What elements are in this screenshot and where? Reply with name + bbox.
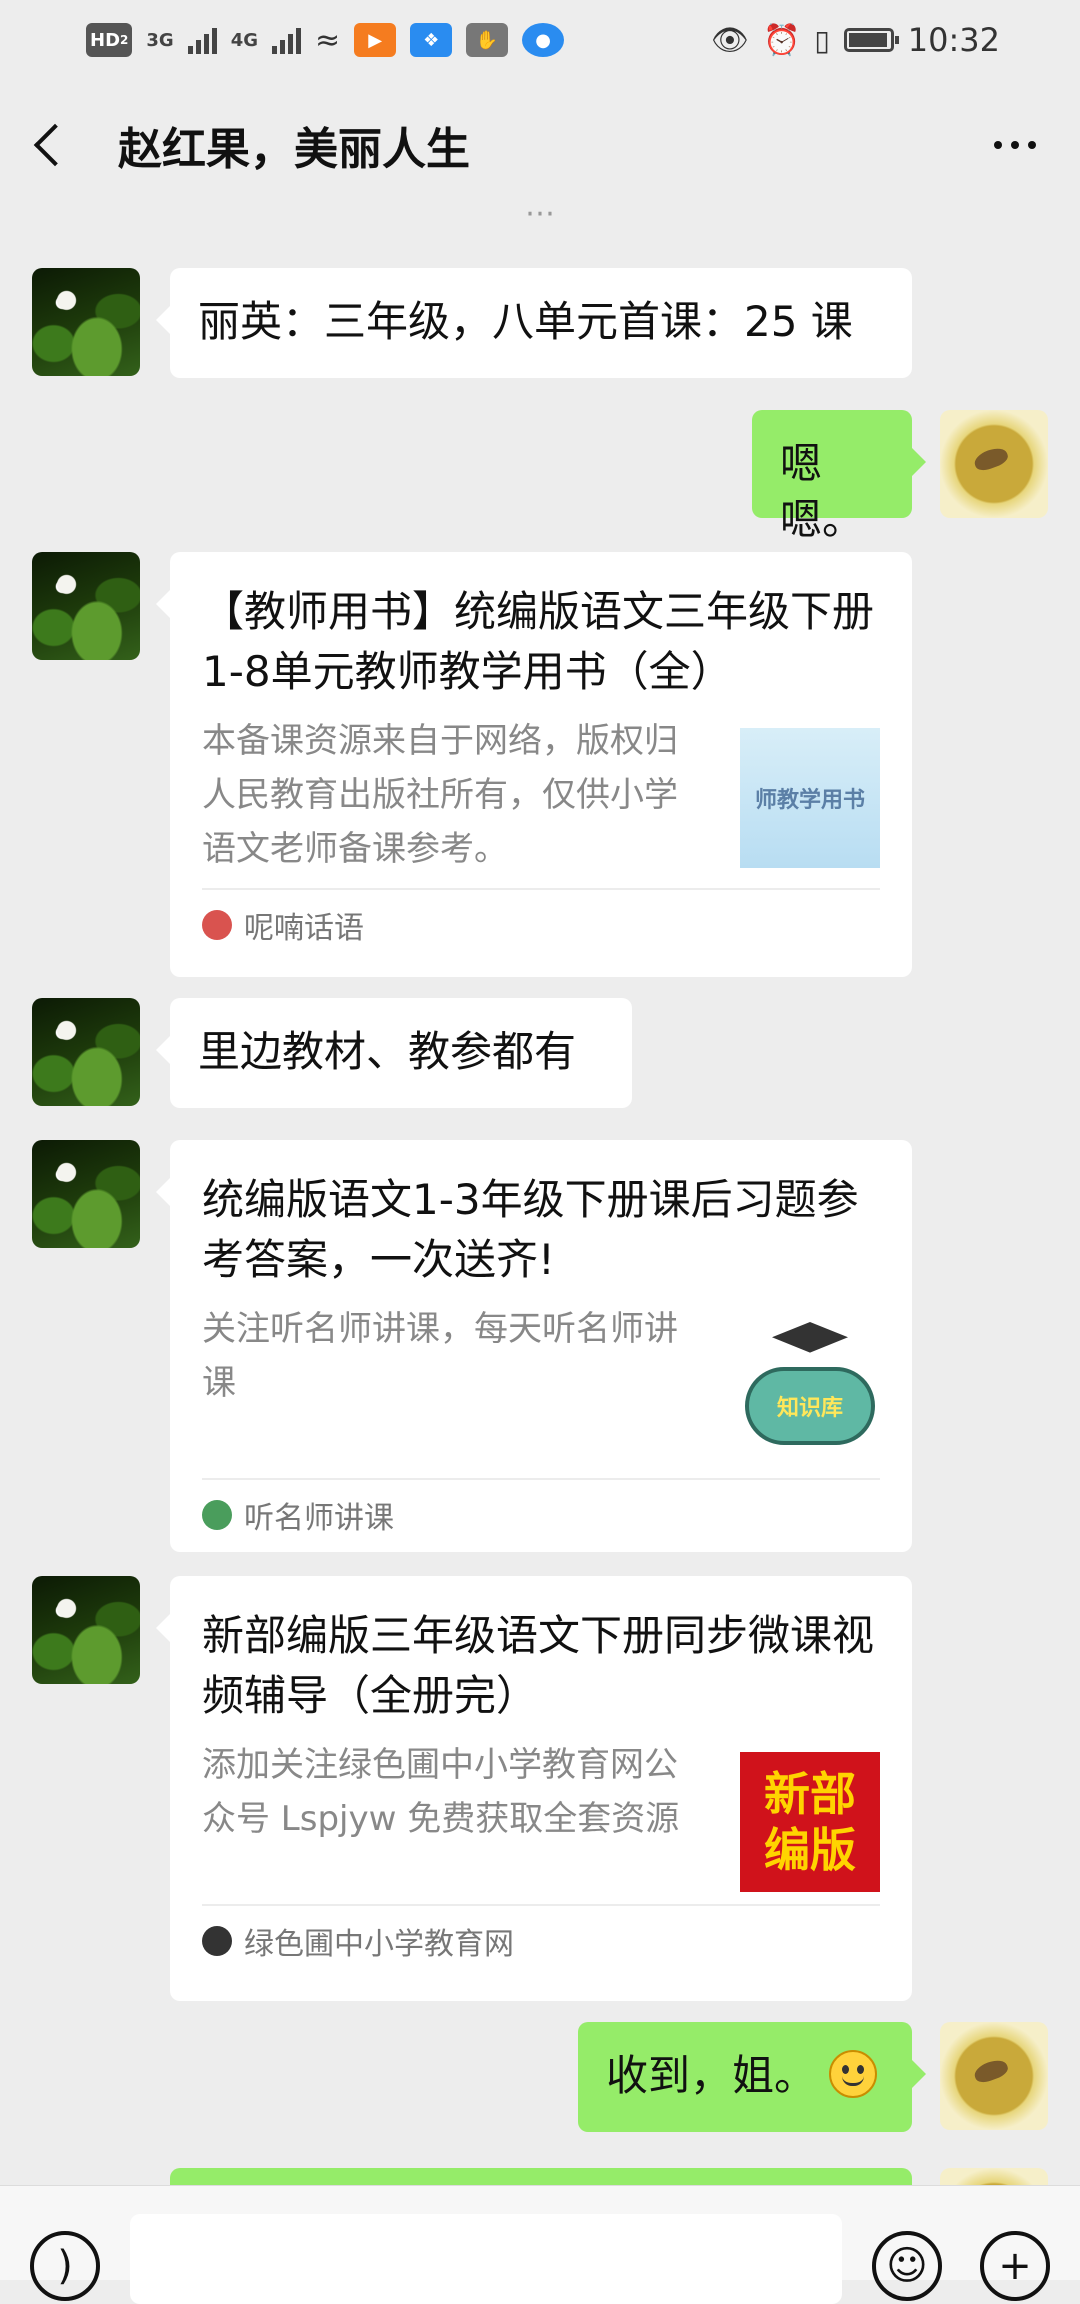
thumbnail-text: 师教学用书 [754,788,865,813]
article-source: 绿色圃中小学教育网 [202,1904,880,1976]
article-thumbnail: 知识库 [740,1316,880,1456]
source-name: 绿色圃中小学教育网 [244,1927,514,1962]
message-bubble-self-partial[interactable] [170,2168,912,2185]
article-description: 本备课资源来自于网络，版权归人民教育出版社所有，仅供小学语文老师备课参考。 [202,721,678,869]
avatar[interactable] [32,1576,140,1684]
eye-icon: 👁 [710,22,749,58]
hand-icon: ✋ [466,23,509,57]
hd-label: HD [90,29,121,51]
network-type-1: 3G [146,29,174,51]
cloud-badge: 知识库 [745,1367,875,1445]
thumbnail-text-line1: 新部 [764,1767,856,1821]
more-options-icon[interactable] [980,115,1050,175]
battery-icon [843,28,899,52]
video-app-icon: ▶ [354,23,397,57]
article-body: 本备课资源来自于网络，版权归人民教育出版社所有，仅供小学语文老师备课参考。 师教… [202,714,880,876]
avatar[interactable] [32,552,140,660]
article-source: 呢喃话语 [202,888,880,960]
vibrate-icon: ▯ [814,23,830,57]
hd-sub: 2 [120,33,129,47]
hd-indicator: HD 2 [86,23,133,57]
message-bubble[interactable]: 里边教材、教参都有 [156,998,632,1108]
plus-icon[interactable]: + [980,2231,1050,2301]
chat-header: 赵红果，美丽人生 [0,80,1080,210]
status-right: 👁 ⏰ ▯ 10:32 [711,21,1000,59]
back-icon[interactable] [30,115,70,175]
article-description: 关注听名师讲课，每天听名师讲课 [202,1309,678,1403]
partial-previous-message: ⋯ [525,210,555,231]
emoji-icon[interactable]: ☺ [872,2231,942,2301]
article-card[interactable]: 【教师用书】统编版语文三年级下册1-8单元教师教学用书（全） 本备课资源来自于网… [156,552,912,977]
status-left: HD 2 3G 4G ≈ ▶ ❖ ✋ ● [86,22,565,58]
avatar-self[interactable] [940,2168,1048,2185]
thumbnail-text: 知识库 [776,1396,843,1421]
article-thumbnail: 新部 编版 [740,1752,880,1892]
app-icon: ❖ [410,23,453,57]
voice-icon[interactable]: ) [30,2231,100,2301]
input-bar: ) ☺ + [0,2185,1080,2304]
browser-icon: ● [522,23,565,57]
message-input[interactable] [130,2214,842,2304]
article-thumbnail: 师教学用书 [740,728,880,868]
article-description: 添加关注绿色圃中小学教育网公众号 Lspjyw 免费获取全套资源 [202,1745,680,1839]
article-card[interactable]: 新部编版三年级语文下册同步微课视频辅导（全册完） 添加关注绿色圃中小学教育网公众… [156,1576,912,2001]
signal-icon [187,26,217,54]
article-source: 听名师讲课 [202,1478,880,1550]
article-body: 添加关注绿色圃中小学教育网公众号 Lspjyw 免费获取全套资源 新部 编版 [202,1738,880,1892]
avatar-self[interactable] [940,2022,1048,2130]
signal-icon-2 [272,26,301,54]
network-type-2: 4G [230,29,258,51]
article-card[interactable]: 统编版语文1-3年级下册课后习题参考答案，一次送齐! 关注听名师讲课，每天听名师… [156,1140,912,1552]
article-title: 新部编版三年级语文下册同步微课视频辅导（全册完） [202,1611,875,1720]
message-bubble-self[interactable]: 收到，姐。 [578,2022,926,2132]
status-bar: HD 2 3G 4G ≈ ▶ ❖ ✋ ● 👁 ⏰ ▯ 10:32 [0,0,1080,80]
wifi-icon: ≈ [315,22,341,58]
source-name: 呢喃话语 [244,911,364,946]
message-text: 收到，姐。 [606,2051,817,2100]
avatar-self[interactable] [940,410,1048,518]
article-title: 统编版语文1-3年级下册课后习题参考答案，一次送齐! [202,1175,859,1284]
avatar[interactable] [32,1140,140,1248]
source-icon [202,1500,232,1530]
alarm-icon: ⏰ [763,22,801,58]
article-body: 关注听名师讲课，每天听名师讲课 知识库 [202,1302,880,1456]
message-bubble[interactable]: 丽英：三年级，八单元首课：25 课 [156,268,912,378]
source-icon [202,910,232,940]
clock: 10:32 [907,21,1000,59]
article-title: 【教师用书】统编版语文三年级下册1-8单元教师教学用书（全） [202,587,875,696]
source-name: 听名师讲课 [244,1501,394,1536]
smile-emoji-icon [829,2050,878,2098]
chat-title: 赵红果，美丽人生 [118,124,470,175]
message-bubble-self[interactable]: 嗯嗯。 [752,410,926,544]
avatar[interactable] [32,268,140,376]
thumbnail-text-line2: 编版 [764,1823,856,1877]
graduation-cap-icon [772,1322,848,1353]
avatar[interactable] [32,998,140,1106]
chat-area[interactable]: ⋯ 丽英：三年级，八单元首课：25 课 嗯嗯。 【教师用书】统编版语文三年级下册… [0,210,1080,2185]
source-icon [202,1926,232,1956]
